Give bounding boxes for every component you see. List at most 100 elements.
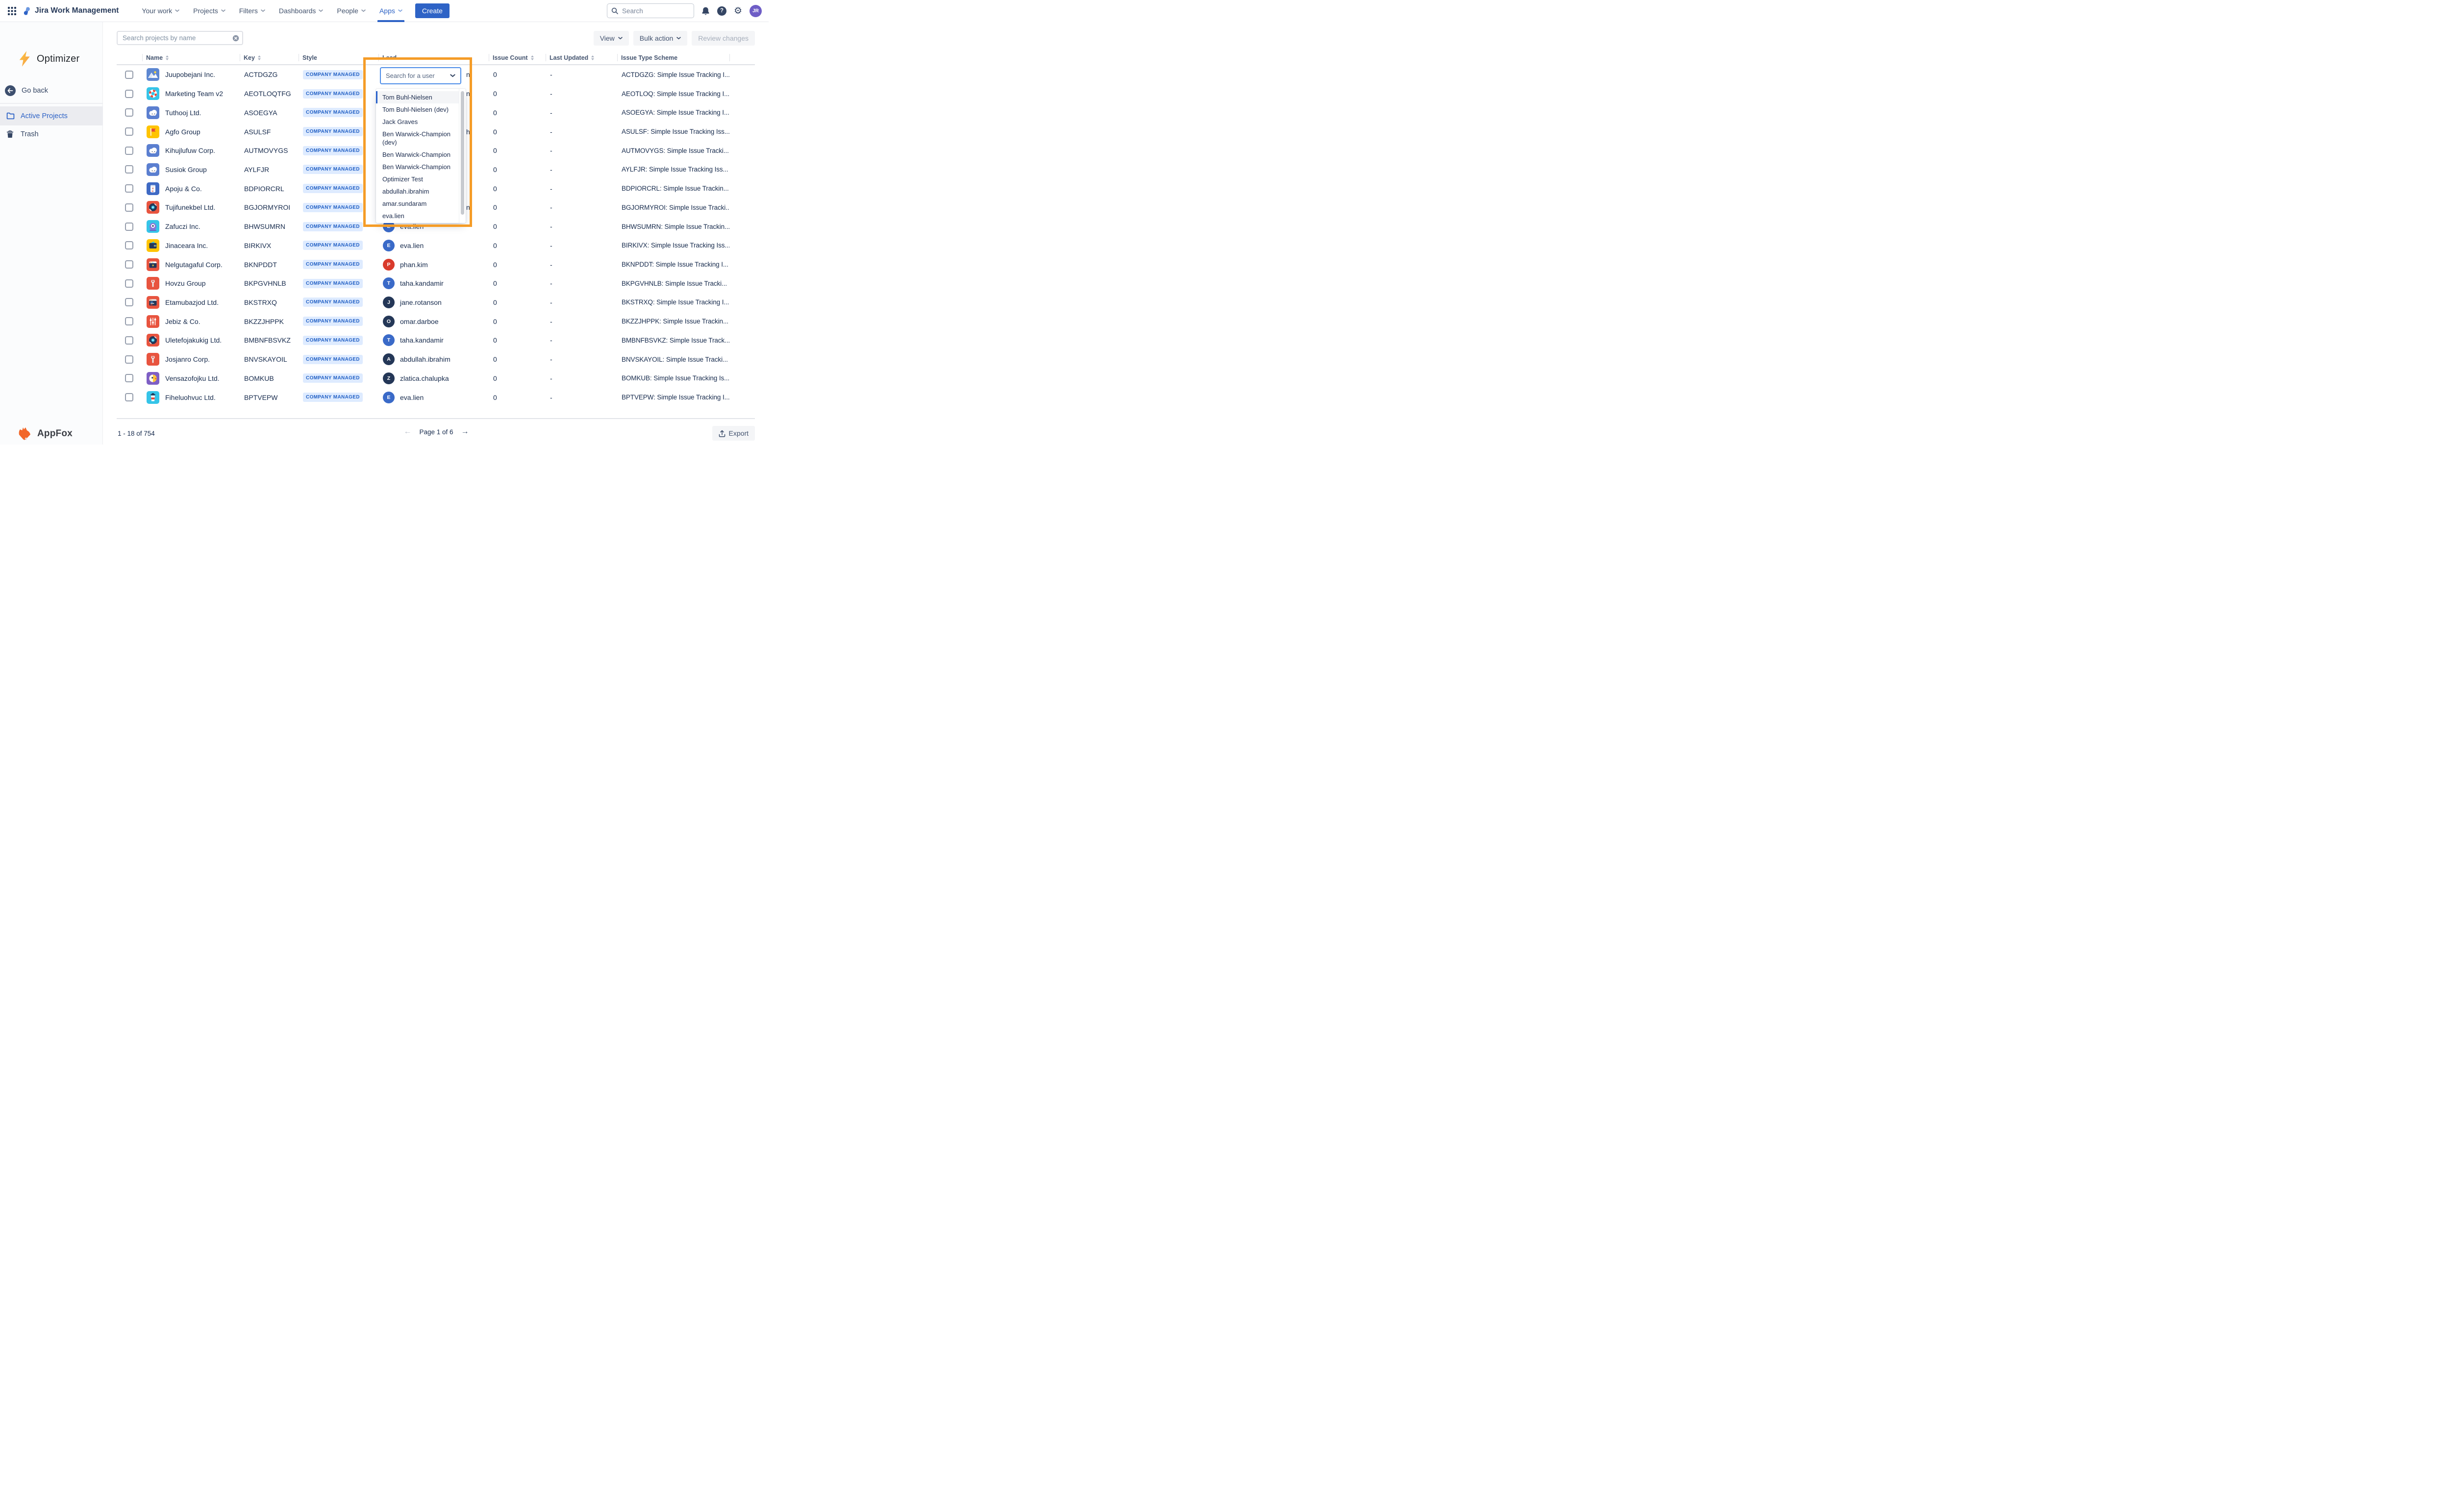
dropdown-scrollbar[interactable] [459,89,466,223]
column-header-style[interactable]: Style [299,51,378,64]
column-header-lead[interactable]: Lead [378,51,489,64]
lead-cell[interactable]: Pphan.kim [378,255,489,274]
key-cell: BKSTRXQ [240,293,299,312]
sort-icon[interactable] [591,55,594,60]
row-checkbox[interactable] [125,71,133,79]
view-button[interactable]: View [594,31,629,46]
nav-item-projects[interactable]: Projects [186,0,232,22]
user-avatar[interactable]: JR [750,5,762,17]
row-checkbox[interactable] [125,260,133,269]
row-checkbox[interactable] [125,298,133,306]
nav-item-dashboards[interactable]: Dashboards [272,0,330,22]
row-checkbox[interactable] [125,241,133,249]
name-cell[interactable]: Zafuczi Inc. [142,217,240,236]
lead-option-list: Tom Buhl-NielsenTom Buhl-Nielsen (dev)Ja… [376,91,466,222]
sort-icon[interactable] [258,55,261,60]
app-switcher-icon[interactable] [5,4,19,18]
lead-cell[interactable]: Zzlatica.chalupka [378,369,489,388]
jira-logo[interactable]: Jira Work Management [22,6,119,16]
sidebar-item-trash[interactable]: Trash [0,125,102,143]
lead-option[interactable]: Tom Buhl-Nielsen [376,91,466,103]
settings-gear-icon[interactable]: ⚙ [734,6,742,16]
lead-cell[interactable]: Jjane.rotanson [378,293,489,312]
lead-option[interactable]: eva.lien [376,210,466,222]
export-button[interactable]: Export [712,426,755,441]
name-cell[interactable]: Tujifunekbel Ltd. [142,198,240,217]
name-cell[interactable]: Vensazofojku Ltd. [142,369,240,388]
row-checkbox[interactable] [125,223,133,231]
name-cell[interactable]: Tuthooj Ltd. [142,103,240,122]
global-search-input[interactable] [607,3,694,18]
review-changes-button[interactable]: Review changes [692,31,755,46]
name-cell[interactable]: Etamubazjod Ltd. [142,293,240,312]
row-checkbox[interactable] [125,90,133,98]
lead-option[interactable]: Ben Warwick-Champion [376,149,466,161]
create-button[interactable]: Create [415,3,450,18]
name-cell[interactable]: Marketing Team v2 [142,84,240,103]
issue-count-cell: 0 [489,331,546,350]
notifications-icon[interactable] [701,6,710,16]
name-cell[interactable]: Josjanro Corp. [142,350,240,369]
name-cell[interactable]: Juupobejani Inc. [142,65,240,84]
column-header-issue-type-scheme[interactable]: Issue Type Scheme [617,51,729,64]
row-checkbox[interactable] [125,127,133,136]
row-checkbox[interactable] [125,184,133,193]
lead-option[interactable]: amar.sundaram [376,198,466,210]
row-checkbox[interactable] [125,317,133,325]
lead-option[interactable]: Ben Warwick-Champion (dev) [376,128,466,149]
sort-icon[interactable] [531,55,534,60]
row-checkbox[interactable] [125,355,133,364]
prev-page-arrow[interactable]: ← [403,428,411,436]
name-cell[interactable]: Fiheluohvuc Ltd. [142,388,240,407]
project-search-input[interactable] [117,31,243,45]
lead-option[interactable]: Jack Graves [376,116,466,128]
column-header-issue-count[interactable]: Issue Count [489,51,546,64]
style-cell: COMPANY MANAGED [299,103,378,122]
row-checkbox[interactable] [125,147,133,155]
lead-cell[interactable]: Ttaha.kandamir [378,274,489,293]
row-checkbox[interactable] [125,108,133,117]
lead-option[interactable]: Ben Warwick-Champion [376,161,466,173]
nav-item-people[interactable]: People [330,0,373,22]
lead-option[interactable]: Tom Buhl-Nielsen (dev) [376,103,466,116]
name-cell[interactable]: Apoju & Co. [142,179,240,198]
view-label: View [600,34,615,42]
row-checkbox[interactable] [125,279,133,288]
name-cell[interactable]: Jebiz & Co. [142,312,240,331]
row-checkbox[interactable] [125,165,133,174]
lead-cell[interactable]: Oomar.darboe [378,312,489,331]
row-checkbox[interactable] [125,336,133,345]
name-cell[interactable]: Kihujlufuw Corp. [142,141,240,160]
name-cell[interactable]: Agfo Group [142,122,240,141]
row-checkbox[interactable] [125,374,133,382]
sidebar-item-active-projects[interactable]: Active Projects [0,106,102,125]
help-icon[interactable]: ? [717,6,726,16]
go-back-button[interactable]: Go back [5,85,48,96]
lead-cell[interactable]: Aabdullah.ibrahim [378,350,489,369]
clear-search-icon[interactable] [232,35,239,44]
bulk-action-button[interactable]: Bulk action [633,31,687,46]
next-page-arrow[interactable]: → [461,428,469,436]
name-cell[interactable]: Nelgutagaful Corp. [142,255,240,274]
lead-option[interactable]: Optimizer Test [376,173,466,185]
lead-cell[interactable]: Ttaha.kandamir [378,331,489,350]
nav-item-your-work[interactable]: Your work [135,0,186,22]
lead-cell[interactable]: Eeva.lien [378,388,489,407]
name-cell[interactable]: Susiok Group [142,160,240,179]
lead-cell[interactable]: Eeva.lien [378,236,489,255]
style-cell: COMPANY MANAGED [299,84,378,103]
name-cell[interactable]: Hovzu Group [142,274,240,293]
name-cell[interactable]: Jinaceara Inc. [142,236,240,255]
column-header-key[interactable]: Key [240,51,299,64]
row-checkbox[interactable] [125,203,133,212]
column-header-last-updated[interactable]: Last Updated [546,51,617,64]
lead-select[interactable]: Search for a user [380,67,461,84]
sort-icon[interactable] [166,55,169,60]
name-cell[interactable]: Uletefojakukig Ltd. [142,331,240,350]
row-checkbox[interactable] [125,393,133,401]
nav-item-apps[interactable]: Apps [373,0,409,22]
nav-item-filters[interactable]: Filters [232,0,272,22]
lead-option[interactable]: abdullah.ibrahim [376,185,466,198]
column-header-name[interactable]: Name [142,51,240,64]
scrollbar-thumb[interactable] [461,91,464,215]
